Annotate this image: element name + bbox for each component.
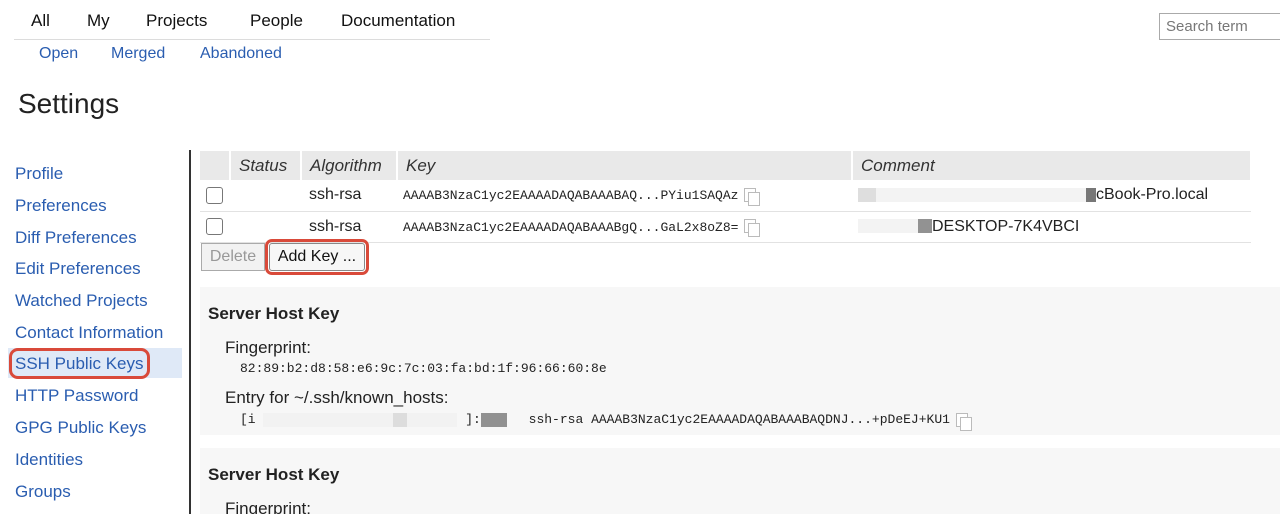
table-header-row: Status Algorithm Key Comment (200, 151, 1252, 180)
copy-icon[interactable] (744, 219, 761, 238)
nav-all[interactable]: All (31, 11, 50, 31)
redacted-block (1086, 188, 1096, 203)
header-select (200, 151, 231, 180)
header-algorithm: Algorithm (301, 151, 398, 180)
sidebar-divider (189, 150, 191, 514)
known-hosts-prefix: [i (240, 412, 256, 427)
row-comment: cBook-Pro.local (1096, 186, 1209, 204)
row-checkbox[interactable] (206, 186, 223, 204)
server-host-key-panel-2: Server Host Key Fingerprint: (200, 448, 1280, 514)
page-title: Settings (18, 88, 120, 119)
sidebar-item-identities[interactable]: Identities (8, 444, 182, 474)
sidebar-item-label: Contact Information (15, 323, 164, 342)
row-key-cell: AAAAB3NzaC1yc2EAAAADAQABAAABgQ...GaL2x8o… (397, 211, 852, 243)
fingerprint-label: Fingerprint: (225, 338, 311, 357)
header-key: Key (397, 151, 853, 180)
row-key: AAAAB3NzaC1yc2EAAAADAQABAAABAQ...PYiu1SA… (403, 188, 739, 204)
sidebar-item-label: Edit Preferences (15, 259, 141, 278)
known-hosts-value: ssh-rsa AAAAB3NzaC1yc2EAAAADAQABAAABAQDN… (528, 412, 950, 427)
add-key-button[interactable]: Add Key ... (265, 239, 369, 275)
redacted-block (263, 412, 394, 427)
sidebar-item-label: SSH Public Keys (9, 348, 150, 379)
table-row: ssh-rsa AAAAB3NzaC1yc2EAAAADAQABAAABgQ..… (200, 211, 1251, 243)
redacted-block (407, 412, 458, 427)
sidebar-item-label: Identities (15, 450, 84, 469)
server-host-key-heading: Server Host Key (208, 304, 340, 323)
fingerprint-value: 82:89:b2:d8:58:e6:9c:7c:03:fa:bd:1f:96:6… (240, 361, 607, 376)
search-input[interactable] (1159, 13, 1280, 40)
row-comment: DESKTOP-7K4VBCI (932, 217, 1080, 235)
sidebar-item-label: HTTP Password (15, 386, 139, 405)
nav-documentation[interactable]: Documentation (341, 11, 455, 31)
server-host-key-panel: Server Host Key Fingerprint: 82:89:b2:d8… (200, 287, 1280, 435)
sidebar-item-label: Preferences (15, 196, 107, 215)
nav-projects[interactable]: Projects (146, 11, 207, 31)
sidebar-item-ssh-public-keys[interactable]: SSH Public Keys (8, 348, 182, 379)
row-select-cell (200, 180, 230, 212)
known-hosts-entry: [i ]: ssh-rsa AAAAB3NzaC1yc2EAAAADAQABAA… (240, 412, 972, 431)
nav-people[interactable]: People (250, 11, 303, 31)
sidebar-item-label: Watched Projects (15, 291, 148, 310)
ssh-keys-table: Status Algorithm Key Comment ssh-rsa AAA… (200, 151, 1252, 243)
sidebar-item-label: GPG Public Keys (15, 418, 147, 437)
header-comment: Comment (852, 151, 1252, 180)
sidebar-item-preferences[interactable]: Preferences (8, 190, 182, 220)
row-comment-cell: DESKTOP-7K4VBCI (852, 211, 1251, 243)
row-status-cell (230, 180, 301, 212)
delete-button[interactable]: Delete (201, 243, 265, 271)
sidebar-item-watched-projects[interactable]: Watched Projects (8, 285, 182, 315)
top-nav: All My Projects People Documentation (14, 0, 490, 40)
server-host-key-heading: Server Host Key (208, 465, 340, 484)
redacted-block (876, 188, 1086, 203)
fingerprint-label: Fingerprint: (225, 499, 311, 514)
redacted-block (393, 412, 408, 427)
row-select-cell (200, 211, 230, 243)
subnav-merged[interactable]: Merged (111, 45, 165, 63)
sidebar-item-label: Diff Preferences (15, 228, 137, 247)
row-algorithm: ssh-rsa (301, 211, 397, 243)
subnav-open[interactable]: Open (39, 45, 78, 63)
sidebar-item-gpg-public-keys[interactable]: GPG Public Keys (8, 412, 182, 442)
sidebar-item-http-password[interactable]: HTTP Password (8, 380, 182, 410)
copy-icon[interactable] (744, 188, 761, 207)
known-hosts-label: Entry for ~/.ssh/known_hosts: (225, 388, 449, 407)
redacted-block (858, 219, 918, 234)
nav-my[interactable]: My (87, 11, 110, 31)
redacted-block (918, 219, 932, 234)
sidebar-item-label: Groups (15, 482, 71, 501)
row-key: AAAAB3NzaC1yc2EAAAADAQABAAABgQ...GaL2x8o… (403, 219, 739, 235)
subnav-abandoned[interactable]: Abandoned (200, 45, 282, 63)
redacted-block (480, 412, 507, 427)
table-row: ssh-rsa AAAAB3NzaC1yc2EAAAADAQABAAABAQ..… (200, 180, 1251, 212)
row-status-cell (230, 211, 301, 243)
sidebar-item-diff-preferences[interactable]: Diff Preferences (8, 222, 182, 252)
copy-icon[interactable] (955, 412, 972, 431)
row-comment-cell: cBook-Pro.local (852, 180, 1251, 212)
header-status: Status (230, 151, 302, 180)
sidebar-item-profile[interactable]: Profile (8, 158, 182, 188)
row-checkbox[interactable] (206, 217, 223, 235)
sidebar-item-label: Profile (15, 164, 64, 183)
sidebar-item-edit-preferences[interactable]: Edit Preferences (8, 253, 182, 283)
sidebar-item-groups[interactable]: Groups (8, 476, 182, 506)
row-algorithm: ssh-rsa (301, 180, 397, 212)
row-key-cell: AAAAB3NzaC1yc2EAAAADAQABAAABAQ...PYiu1SA… (397, 180, 852, 212)
sidebar-item-contact-information[interactable]: Contact Information (8, 317, 182, 347)
redacted-block (858, 188, 876, 203)
known-hosts-sep: ]: (465, 412, 481, 427)
